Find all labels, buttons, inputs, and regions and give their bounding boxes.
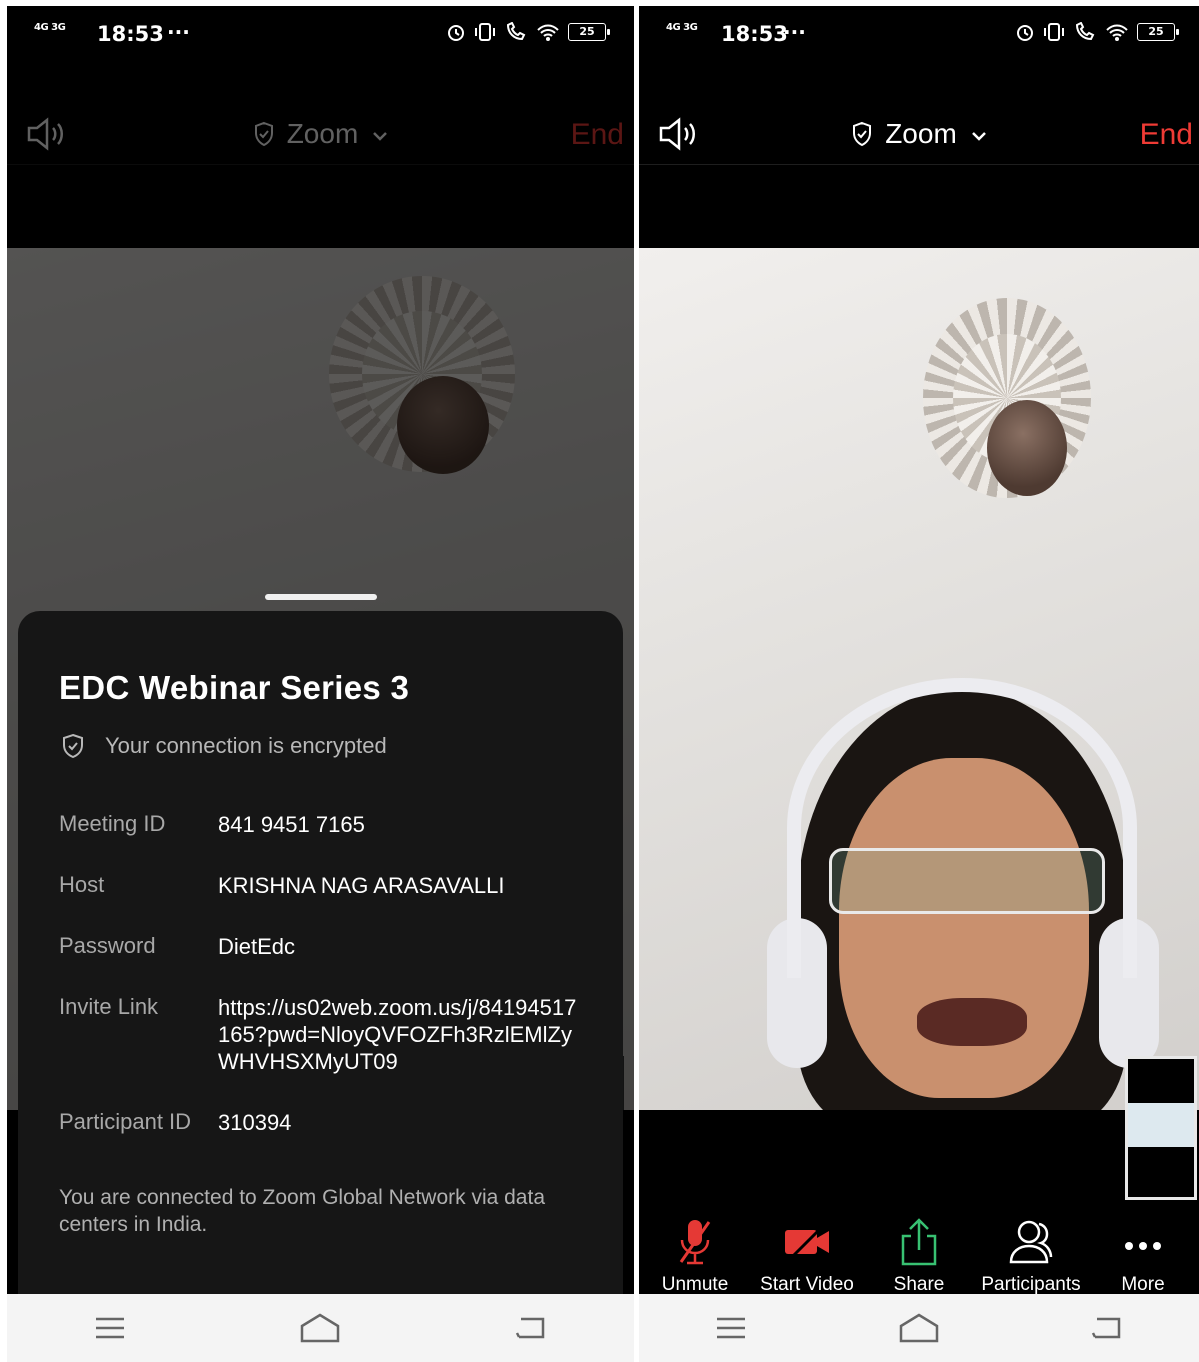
status-more: ···	[167, 20, 190, 44]
headband	[787, 678, 1137, 978]
invite-link-value[interactable]: https://us02web.zoom.us/j/84194517165?pw…	[218, 994, 583, 1075]
network-label-4g: 4G	[34, 22, 49, 33]
self-view-thumbnail[interactable]	[1125, 1056, 1197, 1200]
status-time: 18:53	[97, 22, 164, 46]
more-button[interactable]: More	[1093, 1206, 1193, 1294]
muted-mic-icon	[679, 1220, 711, 1265]
shield-icon	[853, 121, 872, 147]
participant-video	[767, 678, 1167, 1110]
meeting-toolbar: Unmute Start Video Share Participants Mo…	[639, 1206, 1199, 1294]
sheet-drag-handle[interactable]	[265, 594, 377, 600]
network-label-3g: 3G	[683, 22, 698, 33]
home-icon[interactable]	[299, 1312, 341, 1344]
meeting-id-value: 841 9451 7165	[218, 812, 365, 837]
encryption-text: Your connection is encrypted	[105, 733, 387, 758]
network-label-3g: 3G	[51, 22, 66, 33]
end-button[interactable]: End	[1140, 118, 1193, 152]
battery-indicator: 25	[568, 23, 610, 41]
back-icon[interactable]	[515, 1315, 547, 1341]
chevron-down-icon	[971, 132, 986, 141]
status-bar: 4G 3G 18:53 ··· 25	[639, 6, 1199, 64]
vibrate-icon	[1044, 23, 1064, 41]
home-icon[interactable]	[898, 1312, 940, 1344]
unmute-label: Unmute	[661, 1274, 729, 1294]
wifi-icon	[537, 24, 559, 41]
system-nav-bar	[639, 1294, 1199, 1362]
start-video-label: Start Video	[760, 1274, 854, 1294]
host-value: KRISHNA NAG ARASAVALLI	[218, 873, 505, 898]
invite-link-label: Invite Link	[59, 994, 159, 1019]
more-dots-icon	[1125, 1242, 1161, 1250]
wifi-icon	[1106, 24, 1128, 41]
meeting-title-dropdown[interactable]: Zoom	[639, 118, 1199, 150]
meeting-title: EDC Webinar Series 3	[59, 669, 410, 706]
video-feed	[639, 248, 1199, 1110]
network-label-4g: 4G	[666, 22, 681, 33]
start-video-button[interactable]: Start Video	[757, 1206, 857, 1294]
shield-check-icon	[63, 733, 83, 759]
video-off-icon	[785, 1222, 829, 1264]
participants-label: Participants	[981, 1274, 1081, 1294]
participants-icon	[1009, 1220, 1053, 1264]
signal-indicator: 4G 3G	[666, 23, 700, 33]
alarm-icon	[448, 25, 464, 41]
shared-screen-preview	[1128, 1103, 1194, 1147]
system-nav-bar	[7, 1294, 634, 1362]
back-icon[interactable]	[1091, 1315, 1123, 1341]
meeting-id-label: Meeting ID	[59, 811, 166, 836]
meeting-info-sheet: EDC Webinar Series 3 Your connection is …	[18, 611, 623, 1294]
password-label: Password	[59, 933, 156, 958]
participant-id-label: Participant ID	[59, 1109, 192, 1134]
share-icon	[901, 1218, 937, 1266]
status-icons: 25	[446, 22, 610, 42]
status-icons: 25	[1015, 22, 1179, 42]
battery-indicator: 25	[1137, 23, 1179, 41]
status-bar: 4G 3G 18:53 ··· 25	[7, 6, 634, 64]
status-time: 18:53	[721, 22, 788, 46]
meeting-header: Zoom End	[639, 96, 1199, 166]
menu-icon[interactable]	[715, 1315, 747, 1341]
unmute-button[interactable]: Unmute	[645, 1206, 745, 1294]
wifi-calling-icon	[1075, 22, 1095, 41]
alarm-icon	[1017, 25, 1033, 41]
vibrate-icon	[475, 23, 495, 41]
menu-icon[interactable]	[94, 1315, 126, 1341]
password-value: DietEdc	[218, 934, 296, 959]
share-button[interactable]: Share	[869, 1206, 969, 1294]
host-label: Host	[59, 872, 105, 897]
divider	[639, 164, 1199, 165]
network-note: You are connected to Zoom Global Network…	[59, 1186, 546, 1236]
ceiling-knob-image	[987, 400, 1067, 496]
status-more: ···	[783, 20, 806, 44]
left-phone-screen: 4G3G 18:53 ··· 25 Zoom End Unmute Star	[7, 6, 634, 1294]
wifi-calling-icon	[506, 22, 526, 41]
participant-id-value: 310394	[218, 1110, 292, 1135]
share-label: Share	[893, 1274, 945, 1294]
mouth-shape	[917, 998, 1027, 1046]
more-label: More	[1121, 1274, 1165, 1294]
encryption-status: Your connection is encrypted	[61, 733, 387, 759]
signal-indicator: 4G 3G	[34, 23, 68, 33]
participants-button[interactable]: Participants	[981, 1206, 1081, 1294]
app-title: Zoom	[885, 118, 957, 149]
right-phone-screen: 4G 3G 18:53 ··· 25 Zoom End Unmute Start…	[639, 6, 1199, 1294]
